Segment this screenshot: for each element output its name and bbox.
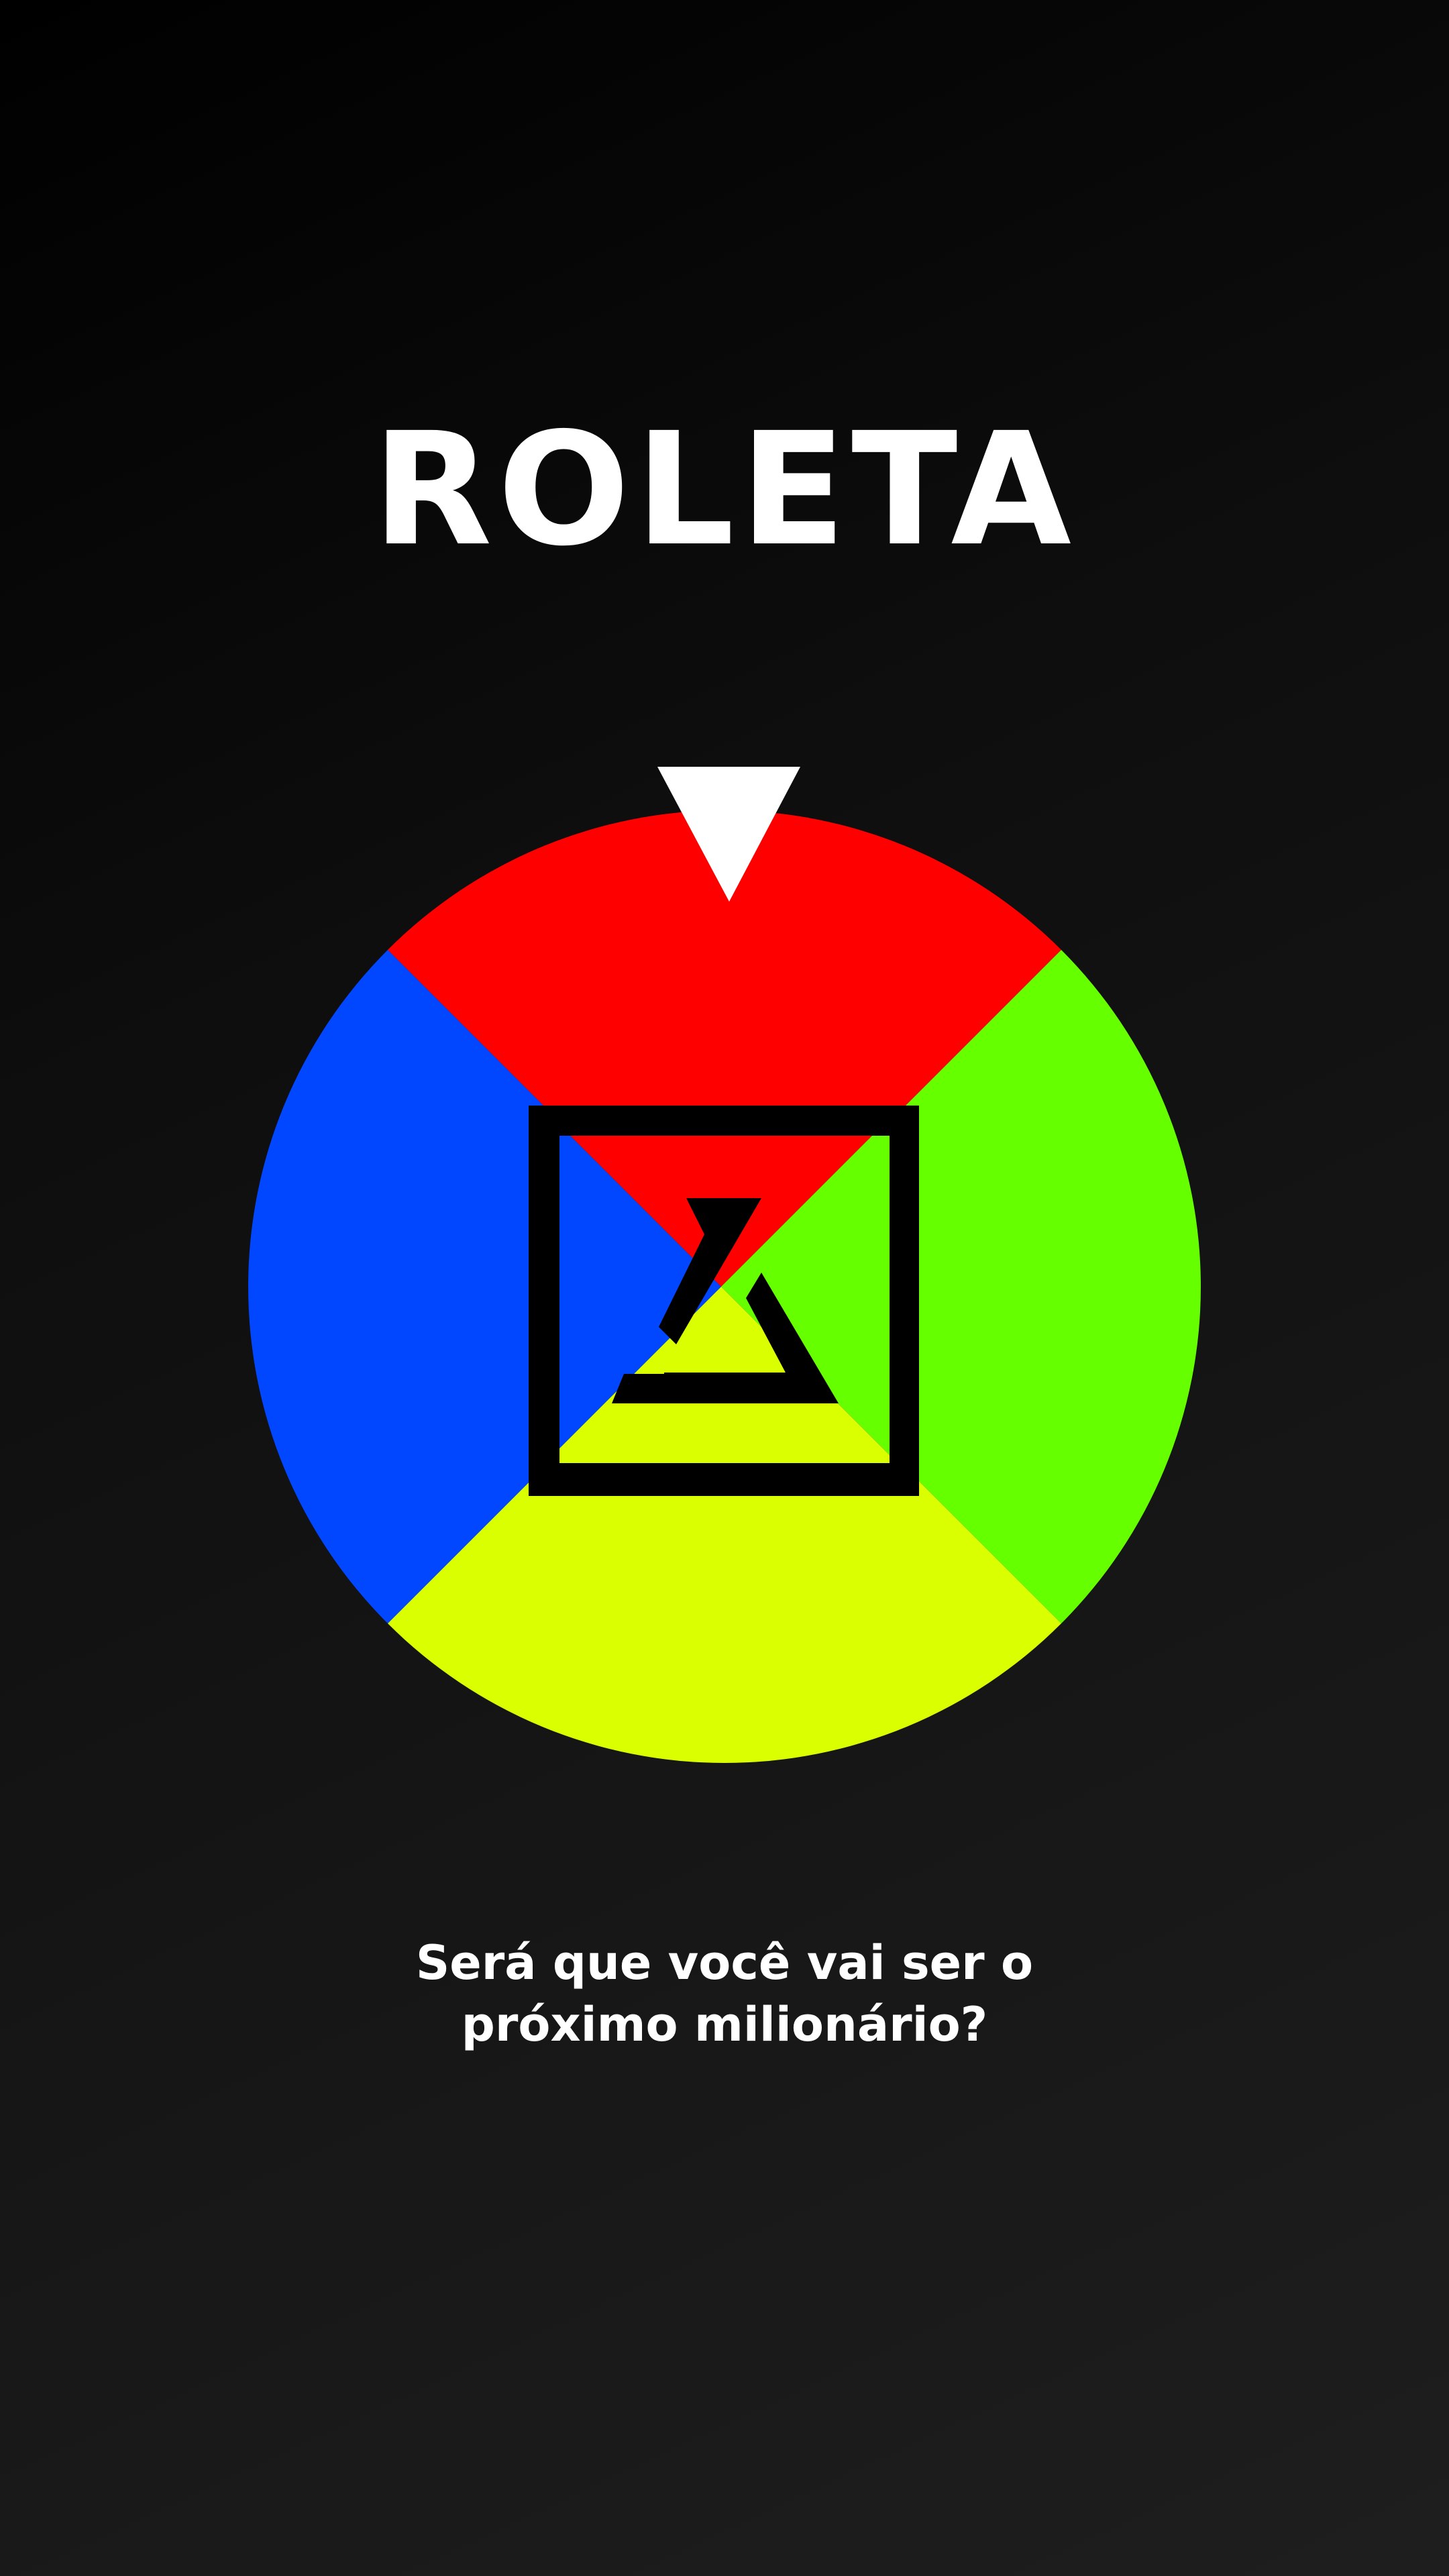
spin-button[interactable]: [530, 1107, 919, 1496]
tagline: Será que você vai ser o próximo milionár…: [0, 1932, 1449, 2055]
roulette-wheel-area: [0, 0, 1449, 2576]
tagline-line-1: Será que você vai ser o: [415, 1935, 1034, 1990]
tagline-line-2: próximo milionário?: [461, 1997, 988, 2052]
